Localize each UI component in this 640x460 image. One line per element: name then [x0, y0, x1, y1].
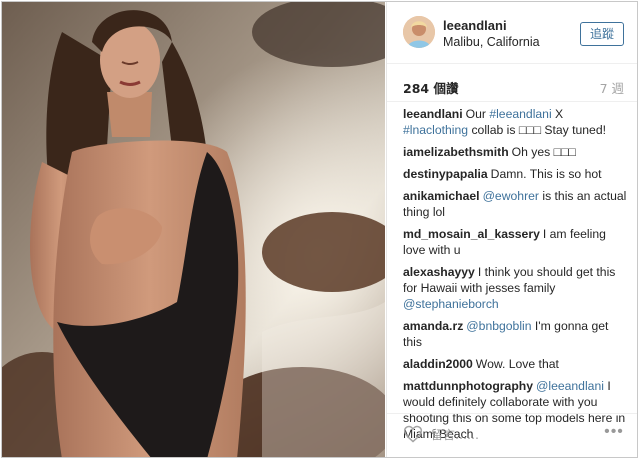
post-location[interactable]: Malibu, California: [443, 35, 540, 49]
avatar-image: [403, 16, 435, 48]
post-header: leeandlani Malibu, California 追蹤: [387, 2, 637, 64]
post-sidebar: leeandlani Malibu, California 追蹤 284 個讚 …: [386, 2, 637, 457]
post-age[interactable]: 7 週: [600, 78, 624, 97]
comment-list: leeandlani Our #leeandlani X #lnaclothing…: [403, 106, 629, 448]
comment-text: collab is □□□ Stay tuned!: [468, 123, 606, 137]
comment-item: alexashayyy I think you should get this f…: [403, 264, 629, 312]
comment-username[interactable]: iamelizabethsmith: [403, 145, 509, 159]
comment-username[interactable]: alexashayyy: [403, 265, 475, 279]
comment-link[interactable]: @bnbgoblin: [466, 319, 531, 333]
heart-icon[interactable]: [403, 424, 423, 444]
post-username[interactable]: leeandlani: [443, 18, 507, 33]
comment-text: X: [551, 107, 564, 121]
comment-item: leeandlani Our #leeandlani X #lnaclothing…: [403, 106, 629, 138]
photo-illustration: [2, 2, 385, 457]
comment-link[interactable]: @stephanieborch: [403, 297, 499, 311]
post-stats: 284 個讚 7 週: [387, 64, 637, 102]
avatar[interactable]: [403, 16, 435, 48]
comment-username[interactable]: anikamichael: [403, 189, 480, 203]
comment-username[interactable]: amanda.rz: [403, 319, 463, 333]
post-actions: •••: [387, 413, 637, 457]
likes-count[interactable]: 284 個讚: [403, 78, 458, 97]
comment-link[interactable]: #lnaclothing: [403, 123, 468, 137]
comment-item: amanda.rz @bnbgoblin I'm gonna get this: [403, 318, 629, 350]
comment-item: aladdin2000 Wow. Love that: [403, 356, 629, 372]
comment-username[interactable]: aladdin2000: [403, 357, 473, 371]
post-photo[interactable]: [2, 2, 385, 457]
comment-text: Wow. Love that: [475, 357, 559, 371]
comment-username[interactable]: leeandlani: [403, 107, 463, 121]
comment-link[interactable]: @ewohrer: [483, 189, 539, 203]
more-options-icon[interactable]: •••: [602, 424, 626, 444]
comment-item: iamelizabethsmith Oh yes □□□: [403, 144, 629, 160]
comment-text: Damn. This is so hot: [490, 167, 602, 181]
follow-button[interactable]: 追蹤: [580, 22, 624, 46]
comment-item: md_mosain_al_kassery I am feeling love wi…: [403, 226, 629, 258]
comment-item: anikamichael @ewohrer is this an actual t…: [403, 188, 629, 220]
comment-username[interactable]: destinypapalia: [403, 167, 488, 181]
comment-text: Our: [465, 107, 490, 121]
comment-username[interactable]: md_mosain_al_kassery: [403, 227, 540, 241]
post-window: leeandlani Malibu, California 追蹤 284 個讚 …: [1, 1, 638, 458]
comment-username[interactable]: mattdunnphotography: [403, 379, 533, 393]
comment-link[interactable]: @leeandlani: [536, 379, 604, 393]
comment-text: Oh yes □□□: [511, 145, 576, 159]
comment-input[interactable]: [431, 426, 581, 444]
comment-link[interactable]: #leeandlani: [489, 107, 551, 121]
comment-item: destinypapalia Damn. This is so hot: [403, 166, 629, 182]
